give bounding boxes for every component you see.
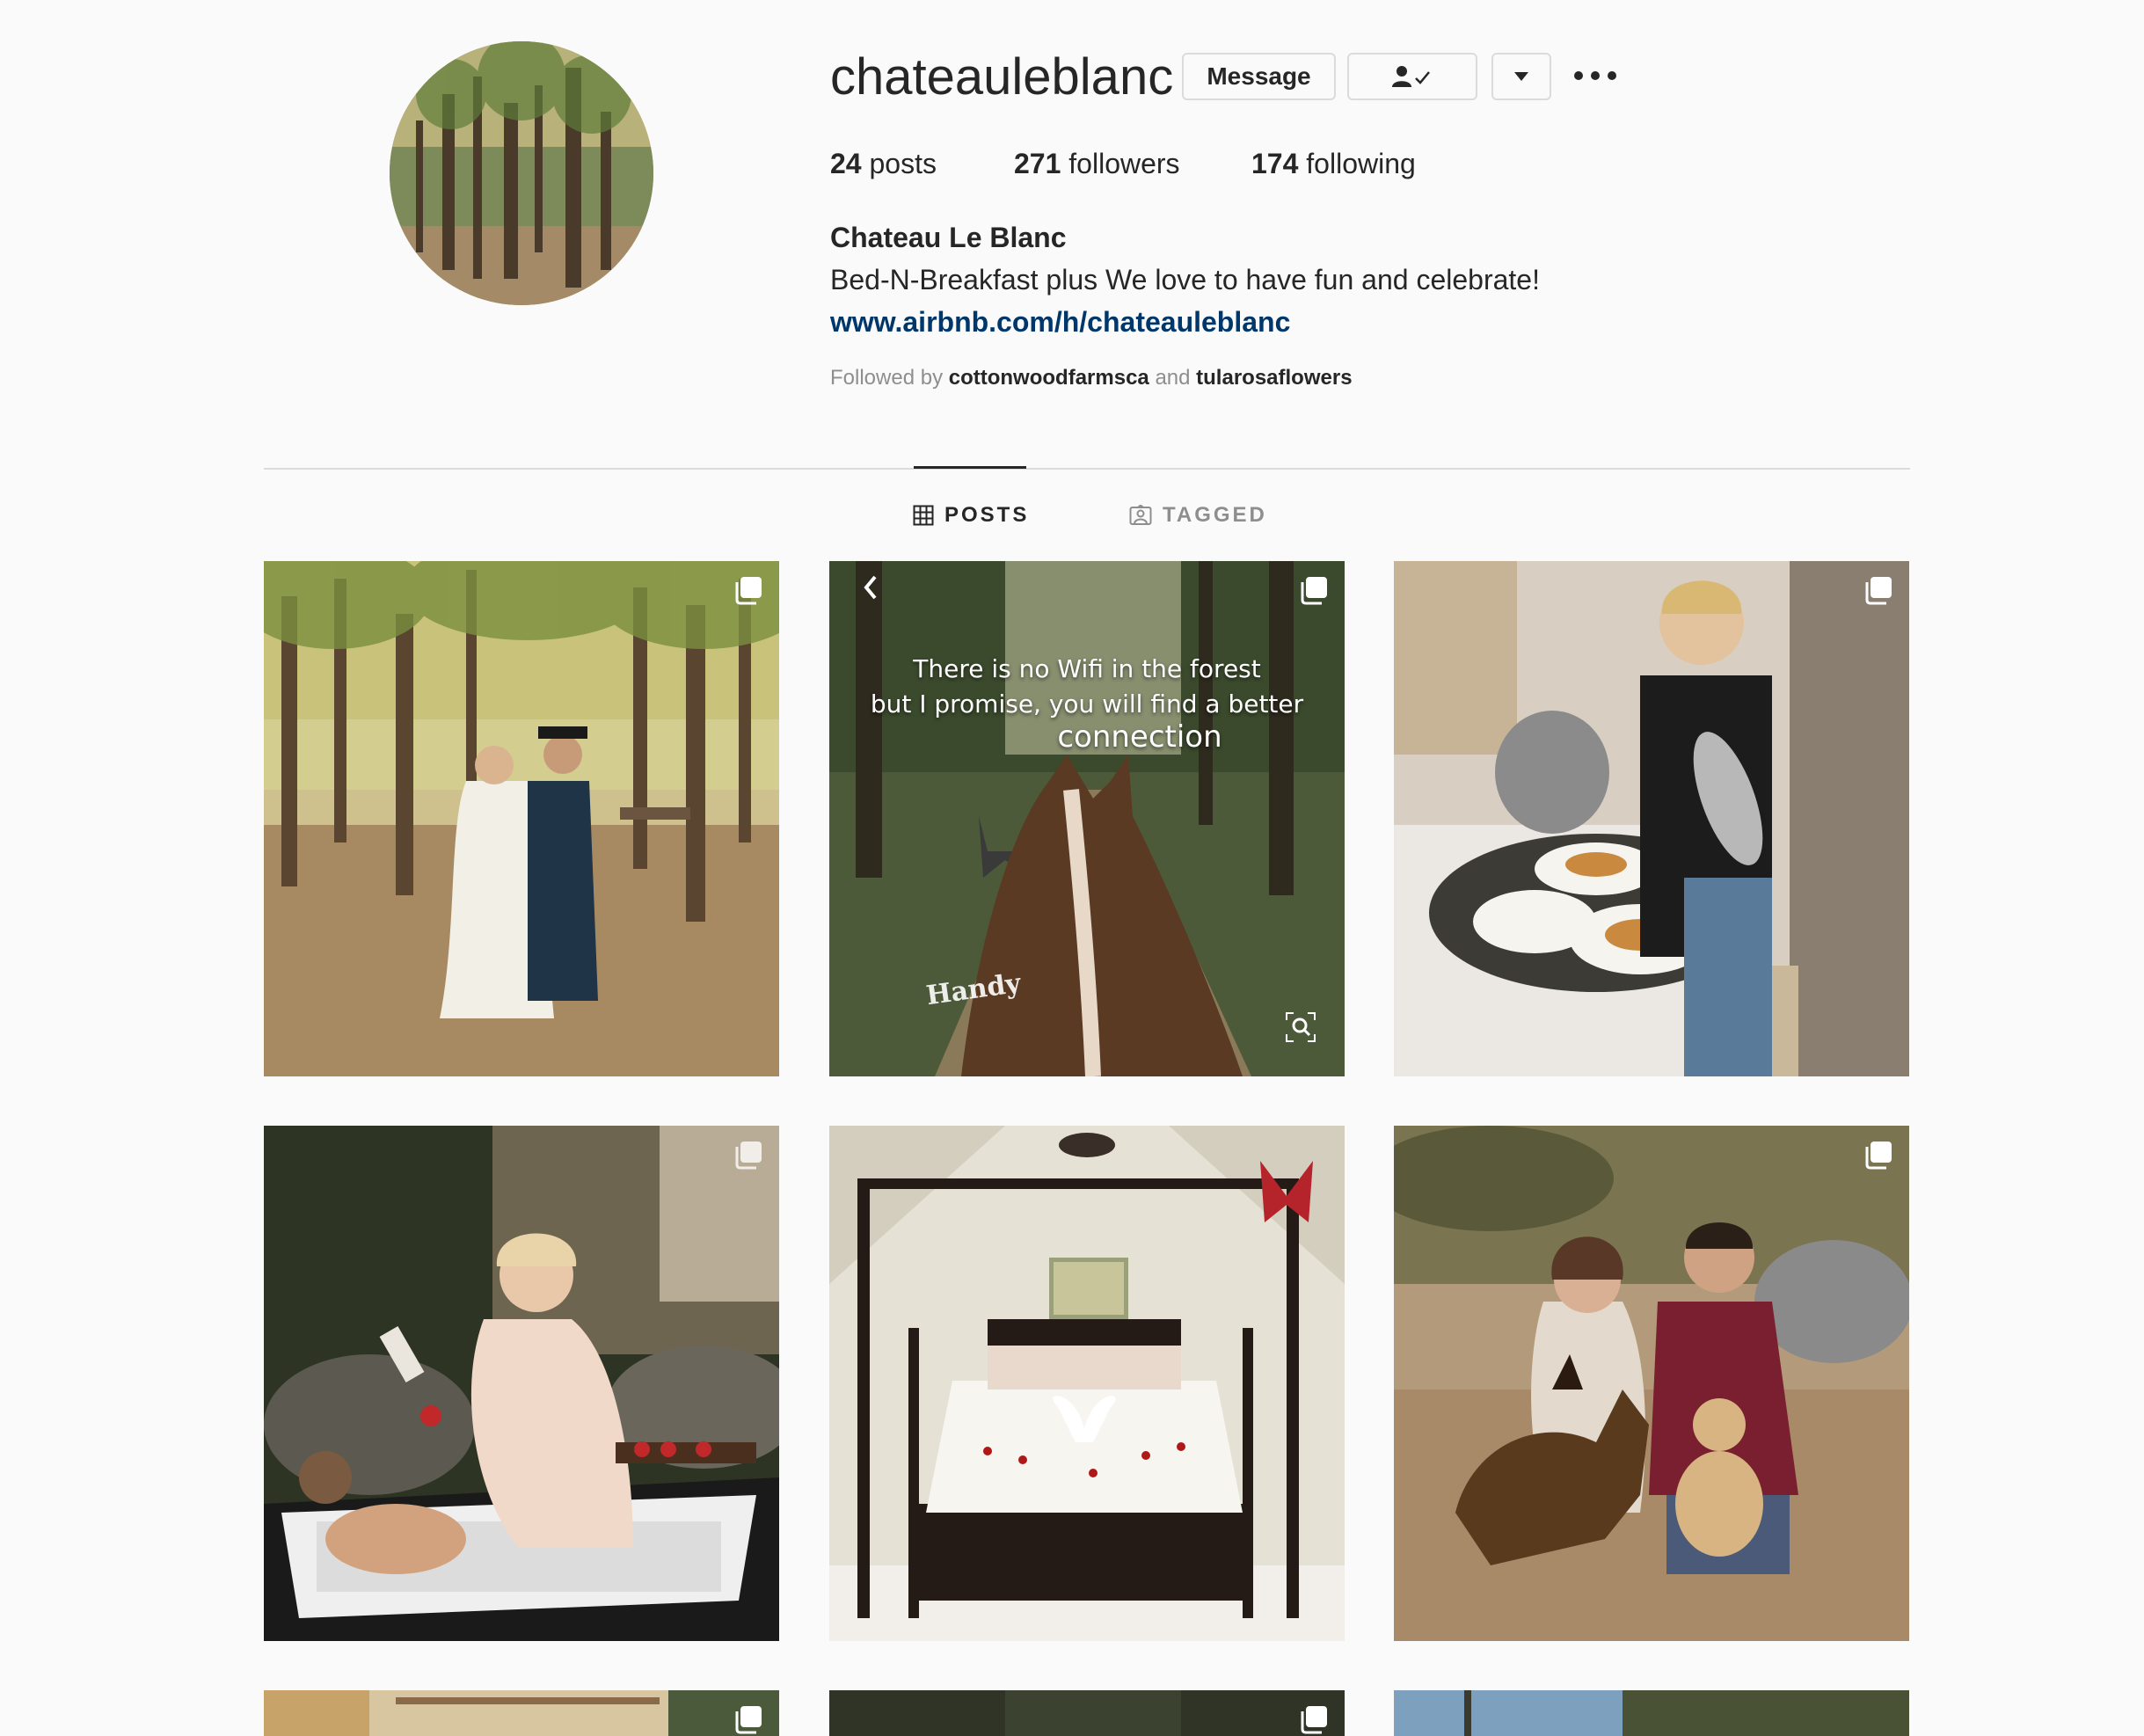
dot xyxy=(1608,71,1616,80)
following-count: 174 xyxy=(1251,148,1299,179)
profile-bio: Bed-N-Breakfast plus We love to have fun… xyxy=(830,264,1540,295)
post-tile[interactable] xyxy=(1394,561,1909,1076)
tab-posts-label: POSTS xyxy=(944,503,1030,527)
person-check-icon xyxy=(1392,66,1430,87)
profile-website-link[interactable]: www.airbnb.com/h/chateauleblanc xyxy=(830,303,1290,341)
post-image xyxy=(1394,1690,1909,1736)
post-tile[interactable] xyxy=(829,1690,1345,1736)
outdoor-bathtub-image xyxy=(264,1126,779,1641)
tab-posts[interactable]: POSTS xyxy=(913,500,1029,531)
post-tile[interactable] xyxy=(264,561,779,1076)
followers-label: followers xyxy=(1068,148,1180,179)
following-label: following xyxy=(1306,148,1416,179)
tab-tagged[interactable]: TAGGED xyxy=(1129,500,1267,531)
message-button[interactable]: Message xyxy=(1182,53,1336,100)
followed-by-prefix: Followed by xyxy=(830,366,944,390)
carousel-icon xyxy=(1301,577,1327,605)
post-tile[interactable] xyxy=(264,1126,779,1641)
carousel-icon xyxy=(735,1706,762,1734)
tagged-person-icon xyxy=(1129,505,1152,525)
more-dots-icon[interactable] xyxy=(1574,58,1616,93)
post-tile[interactable] xyxy=(1394,1126,1909,1641)
tabs-divider xyxy=(264,468,1910,470)
avatar-forest-image xyxy=(390,41,653,305)
posts-count: 24 xyxy=(830,148,862,179)
post-tile[interactable] xyxy=(1394,1690,1909,1736)
carousel-icon xyxy=(735,577,762,605)
tab-tagged-label: TAGGED xyxy=(1163,503,1267,527)
followed-by-joiner: and xyxy=(1155,366,1191,390)
post-image xyxy=(264,1690,779,1736)
post-tile[interactable] xyxy=(829,1126,1345,1641)
canopy-bed-image xyxy=(829,1126,1345,1641)
chevron-left-icon[interactable] xyxy=(859,570,884,605)
following-button[interactable] xyxy=(1347,53,1477,100)
kitchen-serving-tray-image xyxy=(1394,561,1909,1076)
followed-by-user[interactable]: cottonwoodfarmsca xyxy=(949,366,1149,390)
carousel-icon xyxy=(1865,1142,1892,1170)
post-caption-line: There is no Wifi in the forest xyxy=(913,654,1261,683)
carousel-icon xyxy=(1301,1706,1327,1734)
followed-by-user[interactable]: tularosaflowers xyxy=(1196,366,1352,390)
wedding-forest-image xyxy=(264,561,779,1076)
dot xyxy=(1591,71,1600,80)
post-image xyxy=(829,1690,1345,1736)
suggested-dropdown-button[interactable] xyxy=(1491,53,1551,100)
followers-count: 271 xyxy=(1014,148,1061,179)
dot xyxy=(1574,71,1583,80)
following-stat[interactable]: 174 following xyxy=(1251,144,1416,183)
posts-label: posts xyxy=(869,148,937,179)
grid-icon xyxy=(913,505,934,526)
followed-by: Followed by cottonwoodfarmsca and tularo… xyxy=(830,362,1353,394)
zoom-search-icon xyxy=(1286,1012,1316,1042)
profile-username: chateauleblanc xyxy=(830,48,1174,106)
post-caption-line: but I promise, you will find a better xyxy=(870,689,1304,718)
carousel-icon xyxy=(1865,577,1892,605)
posts-stat: 24 posts xyxy=(830,144,937,183)
profile-avatar[interactable] xyxy=(390,41,653,305)
profile-full-name: Chateau Le Blanc xyxy=(830,222,1067,253)
active-tab-indicator xyxy=(914,466,1026,469)
post-tile[interactable]: There is no Wifi in the forest but I pro… xyxy=(829,561,1345,1076)
carousel-icon xyxy=(735,1142,762,1170)
post-tile[interactable] xyxy=(264,1690,779,1736)
couple-with-dogs-image xyxy=(1394,1126,1909,1641)
horse-forest-trail-image xyxy=(829,561,1345,1076)
post-caption-line: connection xyxy=(1057,719,1222,755)
caret-down-icon xyxy=(1514,72,1528,81)
followers-stat[interactable]: 271 followers xyxy=(1014,144,1180,183)
